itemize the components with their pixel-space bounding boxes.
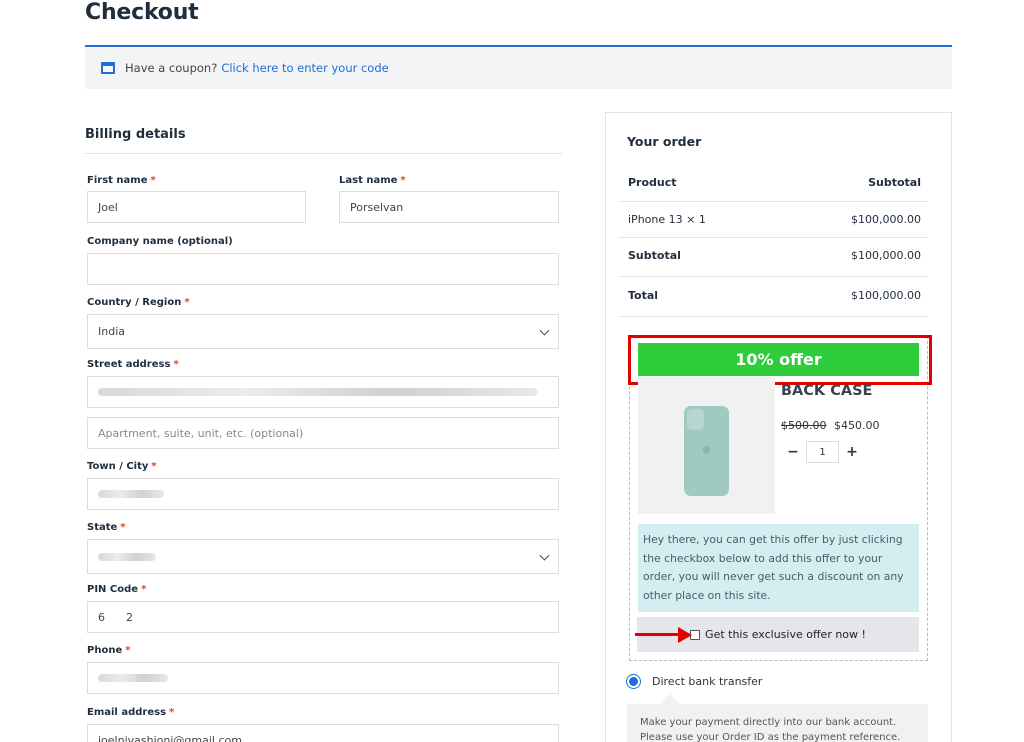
coupon-link[interactable]: Click here to enter your code <box>221 61 388 75</box>
divider <box>618 201 928 202</box>
quantity-stepper: − 1 + <box>786 441 859 463</box>
last-name-input[interactable]: Porselvan <box>339 191 559 223</box>
old-price: $500.00 <box>781 419 827 432</box>
offer-price: $500.00 $450.00 <box>781 419 880 432</box>
pin-label: PIN Code * <box>87 584 147 595</box>
subtotal-label: Subtotal <box>628 249 681 262</box>
pin-input[interactable]: 6 2 <box>87 601 559 633</box>
apartment-input[interactable]: Apartment, suite, unit, etc. (optional) <box>87 417 559 449</box>
email-input[interactable]: joelnivashioni@gmail.com <box>87 724 559 742</box>
camera-cutout <box>687 409 704 430</box>
order-item-row: iPhone 13 × 1 $100,000.00 <box>628 213 928 226</box>
divider <box>618 316 928 317</box>
qty-plus-button[interactable]: + <box>845 444 859 460</box>
phone-input[interactable] <box>87 662 559 694</box>
total-label: Total <box>628 289 659 302</box>
phone-case-image <box>684 406 729 496</box>
subtotal-row: Subtotal $100,000.00 <box>628 249 928 262</box>
coupon-text: Have a coupon? <box>125 61 218 75</box>
city-input[interactable] <box>87 478 559 510</box>
calendar-icon <box>101 62 115 74</box>
redacted-value <box>98 674 168 682</box>
country-label: Country / Region * <box>87 297 190 308</box>
email-label: Email address * <box>87 707 175 718</box>
order-header-row: Product Subtotal <box>628 176 928 189</box>
subtotal-value: $100,000.00 <box>851 249 921 262</box>
last-name-label: Last name * <box>339 175 406 186</box>
offer-description: Hey there, you can get this offer by jus… <box>638 524 919 612</box>
col-subtotal: Subtotal <box>868 176 921 189</box>
payment-radio[interactable] <box>629 677 638 686</box>
coupon-notice: Have a coupon? Click here to enter your … <box>85 45 952 89</box>
total-row: Total $100,000.00 <box>628 289 928 302</box>
new-price: $450.00 <box>834 419 880 432</box>
divider <box>618 237 928 238</box>
state-select[interactable] <box>87 539 559 574</box>
country-select[interactable]: India <box>87 314 559 349</box>
company-label: Company name (optional) <box>87 236 233 247</box>
street-label: Street address * <box>87 359 179 370</box>
phone-label: Phone * <box>87 645 131 656</box>
country-value: India <box>98 325 125 338</box>
first-name-input[interactable]: Joel <box>87 191 306 223</box>
total-value: $100,000.00 <box>851 289 921 302</box>
company-input[interactable] <box>87 253 559 285</box>
arrow-icon <box>635 633 681 636</box>
item-price: $100,000.00 <box>851 213 921 226</box>
col-product: Product <box>628 176 677 189</box>
arrow-head-icon <box>678 627 692 643</box>
redacted-value <box>98 552 156 561</box>
item-name: iPhone 13 × 1 <box>628 213 706 226</box>
payment-pointer <box>660 694 680 704</box>
city-label: Town / City * <box>87 461 157 472</box>
state-label: State * <box>87 522 126 533</box>
first-name-label: First name * <box>87 175 156 186</box>
offer-product-name: BACK CASE <box>781 383 873 399</box>
qty-minus-button[interactable]: − <box>786 444 800 460</box>
apple-logo-icon <box>703 446 710 454</box>
street-input[interactable] <box>87 376 559 408</box>
redacted-value <box>98 388 538 396</box>
billing-divider <box>85 153 562 154</box>
offer-checkbox-label[interactable]: Get this exclusive offer now ! <box>705 628 866 641</box>
page-title: Checkout <box>85 0 199 25</box>
chevron-down-icon <box>539 550 550 561</box>
payment-method-label[interactable]: Direct bank transfer <box>652 675 762 688</box>
payment-description: Make your payment directly into our bank… <box>627 704 928 742</box>
redacted-value <box>98 490 164 498</box>
qty-input[interactable]: 1 <box>806 441 839 463</box>
order-title: Your order <box>627 134 702 149</box>
billing-title: Billing details <box>85 127 186 142</box>
divider <box>618 276 928 277</box>
chevron-down-icon <box>539 325 550 336</box>
